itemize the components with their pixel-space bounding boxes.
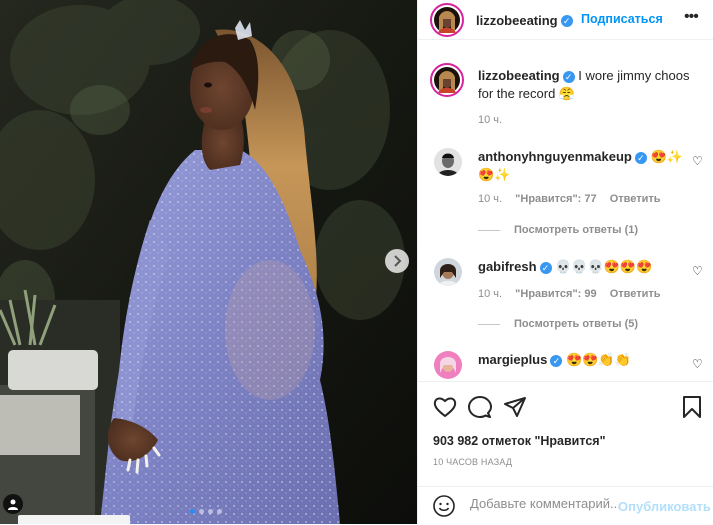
comment-meta: 10 ч. "Нравится": 99 Ответить: [478, 288, 671, 300]
like-button[interactable]: [433, 396, 457, 423]
comment-text: 💀💀💀😍😍😍: [555, 259, 653, 274]
chevron-right-icon: [394, 255, 402, 267]
photo-illustration: [0, 0, 417, 524]
caption-time[interactable]: 10 ч.: [478, 114, 502, 126]
avatar-image: [434, 351, 462, 379]
publish-button[interactable]: Опубликовать: [618, 499, 711, 514]
reply-button[interactable]: Ответить: [610, 288, 661, 300]
verified-icon: ✓: [634, 151, 647, 164]
comment-time[interactable]: 10 ч.: [478, 288, 502, 300]
comment-likes[interactable]: "Нравится": 99: [515, 288, 596, 300]
likes-count[interactable]: 903 982 отметок "Нравится": [433, 434, 606, 448]
view-replies-label: Посмотреть ответы (5): [514, 318, 639, 330]
verified-icon: ✓: [560, 14, 573, 27]
comment-button[interactable]: [468, 396, 492, 423]
comment-like-button[interactable]: ♡: [692, 264, 703, 278]
avatar-image: [434, 67, 460, 93]
comment-like-button[interactable]: ♡: [692, 357, 703, 371]
caption-meta: 10 ч.: [478, 114, 512, 126]
comment-item: gabifresh ✓ 💀💀💀😍😍😍: [478, 258, 693, 276]
view-replies-button[interactable]: Посмотреть ответы (5): [478, 318, 638, 330]
post-header: lizzobeeating ✓ Подписаться •••: [418, 0, 713, 40]
verified-icon: ✓: [539, 261, 552, 274]
user-tag-icon: [8, 499, 18, 510]
replies-divider: [478, 323, 500, 325]
share-button[interactable]: [503, 396, 527, 423]
comments-list[interactable]: lizzobeeating ✓ I wore jimmy choos for th…: [418, 40, 713, 380]
comment-text: 😍😍👏👏: [565, 352, 631, 367]
verified-icon: ✓: [550, 354, 563, 367]
comment-avatar[interactable]: [434, 148, 462, 176]
author-avatar[interactable]: [430, 3, 464, 37]
comment-item: margieplus ✓ 😍😍👏👏: [478, 351, 693, 369]
emoji-icon: [433, 495, 455, 517]
carousel-dot: [217, 509, 222, 514]
reply-button[interactable]: Ответить: [610, 193, 661, 205]
carousel-dot: [199, 509, 204, 514]
carousel-indicators: [190, 509, 222, 514]
comment-avatar[interactable]: [434, 351, 462, 379]
verified-icon: ✓: [562, 70, 575, 83]
post-side-panel: lizzobeeating ✓ Подписаться ••• lizzobeea…: [417, 0, 713, 524]
add-comment-bar: Опубликовать: [418, 486, 713, 525]
view-replies-label: Посмотреть ответы (1): [514, 224, 639, 236]
comment-username[interactable]: anthonyhnguyenmakeup: [478, 149, 632, 164]
caption: lizzobeeating ✓ I wore jimmy choos for th…: [478, 67, 693, 103]
comment-item: anthonyhnguyenmakeup ✓ 😍✨ 😍✨: [478, 148, 693, 184]
post-actions: 903 982 отметок "Нравится" 10 ЧАСОВ НАЗА…: [418, 381, 713, 472]
caption-username[interactable]: lizzobeeating: [478, 68, 560, 83]
comment-likes[interactable]: "Нравится": 77: [515, 193, 596, 205]
caption-avatar[interactable]: [430, 63, 464, 97]
comment-meta: 10 ч. "Нравится": 77 Ответить: [478, 193, 671, 205]
author-name-row: lizzobeeating ✓: [476, 12, 573, 30]
view-replies-button[interactable]: Посмотреть ответы (1): [478, 224, 638, 236]
replies-divider: [478, 229, 500, 231]
photo-overlay-strip: [18, 515, 130, 524]
share-icon: [504, 397, 526, 417]
comment-username[interactable]: margieplus: [478, 352, 547, 367]
post-timestamp[interactable]: 10 ЧАСОВ НАЗАД: [433, 457, 512, 467]
comment-time[interactable]: 10 ч.: [478, 193, 502, 205]
bookmark-icon: [683, 396, 701, 418]
emoji-button[interactable]: [433, 495, 455, 522]
carousel-dot: [208, 509, 213, 514]
avatar-image: [434, 148, 462, 176]
comment-username[interactable]: gabifresh: [478, 259, 537, 274]
author-username[interactable]: lizzobeeating: [476, 13, 558, 28]
follow-button[interactable]: Подписаться: [581, 12, 663, 26]
tagged-users-button[interactable]: [3, 494, 23, 514]
post-photo[interactable]: [0, 0, 417, 524]
avatar-image: [434, 7, 460, 33]
next-photo-button[interactable]: [385, 249, 409, 273]
heart-icon: [433, 397, 457, 418]
comment-avatar[interactable]: [434, 258, 462, 286]
save-button[interactable]: [682, 396, 702, 423]
comment-input[interactable]: [468, 495, 622, 512]
more-options-icon[interactable]: •••: [684, 8, 699, 26]
avatar-image: [434, 258, 462, 286]
comment-like-button[interactable]: ♡: [692, 154, 703, 168]
carousel-dot: [190, 509, 195, 514]
comment-icon: [468, 396, 492, 418]
